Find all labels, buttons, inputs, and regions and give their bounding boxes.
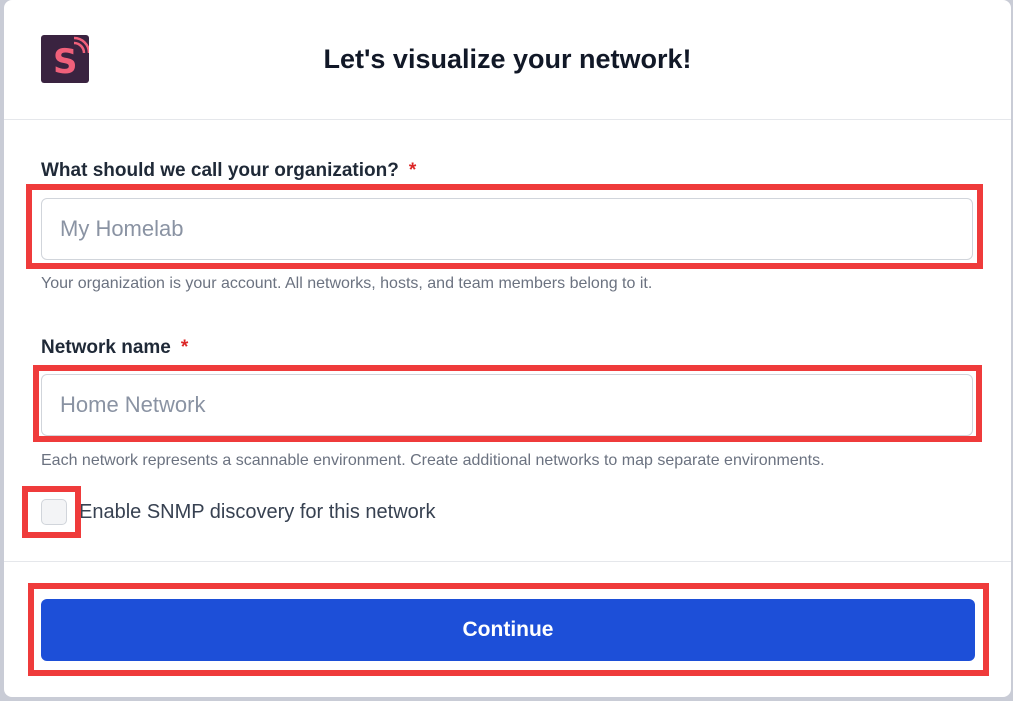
organization-input[interactable] <box>41 198 973 260</box>
footer-divider <box>4 561 1011 562</box>
snmp-checkbox-label[interactable]: Enable SNMP discovery for this network <box>79 501 435 524</box>
page-title: Let's visualize your network! <box>323 44 692 74</box>
organization-label: What should we call your organization? * <box>41 160 416 182</box>
continue-button[interactable]: Continue <box>41 599 975 661</box>
required-marker: * <box>408 160 417 181</box>
modal-header: S Let's visualize your network! <box>4 0 1011 120</box>
snmp-checkbox[interactable] <box>41 499 67 525</box>
network-label-text: Network name <box>41 337 171 358</box>
network-name-input[interactable] <box>41 374 973 436</box>
network-label: Network name * <box>41 337 188 359</box>
organization-hint: Your organization is your account. All n… <box>41 275 653 292</box>
network-hint: Each network represents a scannable envi… <box>41 452 825 469</box>
organization-label-text: What should we call your organization? <box>41 160 399 181</box>
onboarding-modal: S Let's visualize your network! What sho… <box>4 0 1011 697</box>
required-marker: * <box>180 337 189 358</box>
